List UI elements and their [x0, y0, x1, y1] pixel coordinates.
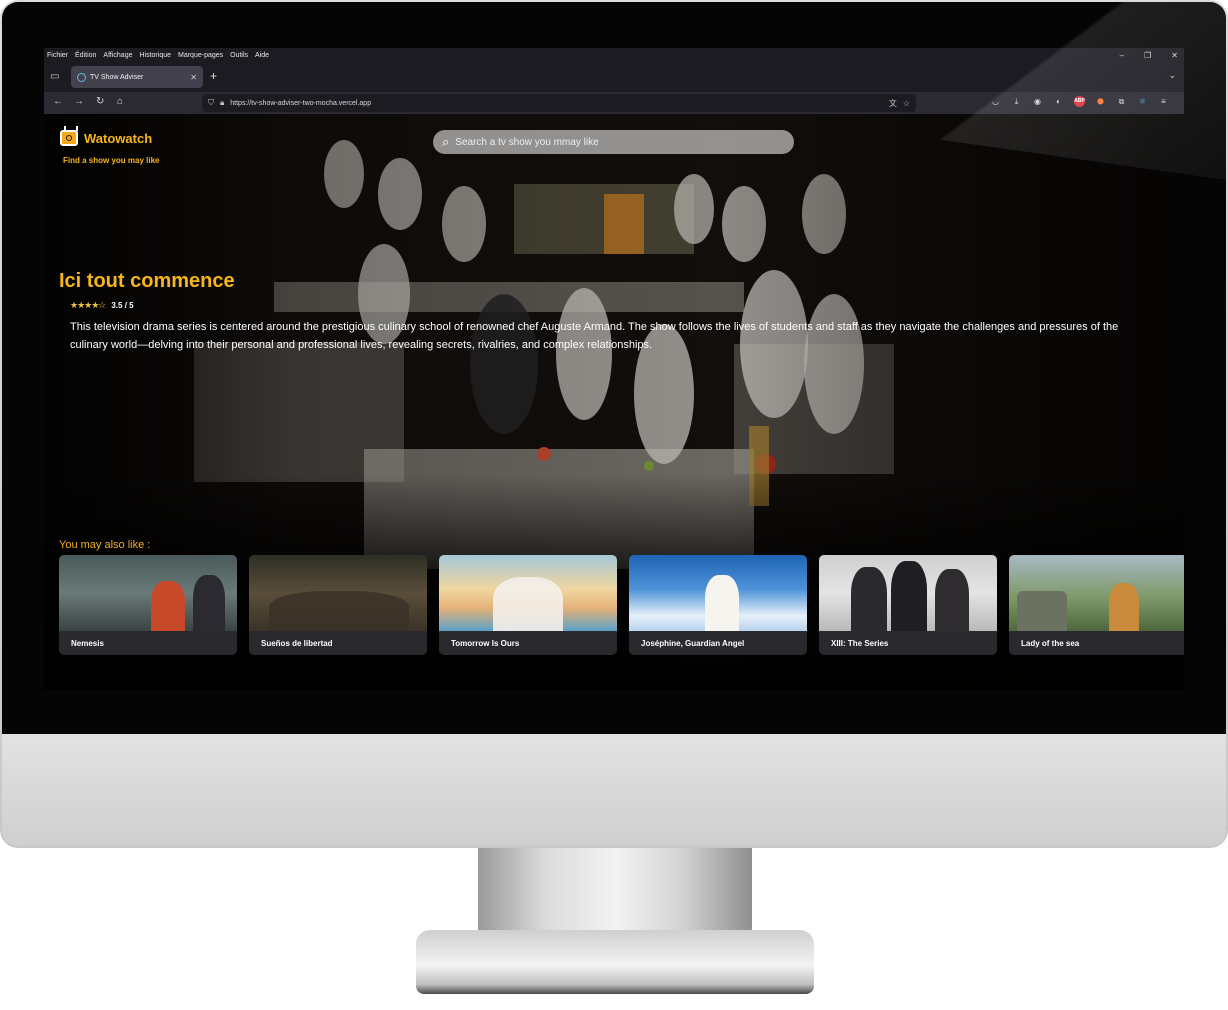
poster-suenos-de-libertad [249, 555, 427, 631]
forward-icon[interactable]: → [74, 96, 84, 107]
pocket-icon[interactable]: ◡ [990, 97, 1001, 106]
ublock-icon[interactable]: ⬢ [1095, 97, 1106, 106]
bookmark-star-icon[interactable]: ☆ [903, 99, 910, 108]
menu-tools[interactable]: Outils [230, 52, 248, 59]
card-title: Sueños de libertad [261, 639, 333, 648]
app-tagline: Find a show you may like [63, 156, 160, 165]
new-tab-button[interactable]: + [210, 69, 217, 83]
poster-nemesis [59, 555, 237, 631]
featured-overview: This television drama series is centered… [70, 321, 1119, 351]
app-name: Watowatch [84, 130, 153, 146]
star-rating-icon: ★★★★☆ [70, 300, 106, 310]
recommendation-card[interactable]: Tomorrow Is Ours [439, 555, 617, 655]
shield-icon[interactable]: ⛉ [208, 98, 214, 108]
featured-show-title: Ici tout commence [59, 270, 235, 292]
toolbar-icons: ◡ ⤓ ◉ ◐ ABP ⬢ ⧉ ⚛ ≡ [990, 96, 1169, 107]
hamburger-menu-icon[interactable]: ≡ [1158, 97, 1169, 106]
recommendation-card[interactable]: Nemesis [59, 555, 237, 655]
extension-sync-icon[interactable]: ◐ [1053, 97, 1064, 106]
tab-title: TV Show Adviser [90, 73, 144, 81]
recommendations-list: Nemesis Sueños de libertad Tomorrow Is O… [59, 555, 1184, 657]
menu-bookmarks[interactable]: Marque-pages [178, 52, 223, 59]
featured-rating: ★★★★☆ 3.5 / 5 [70, 300, 134, 311]
tv-logo-icon [60, 130, 78, 146]
account-icon[interactable]: ◉ [1032, 97, 1043, 106]
monitor-chin [2, 734, 1226, 846]
adblock-icon[interactable]: ABP [1074, 96, 1085, 107]
reload-icon[interactable]: ↻ [96, 96, 104, 107]
card-title: Joséphine, Guardian Angel [641, 639, 745, 648]
poster-josephine-guardian-angel [629, 555, 807, 631]
recommendation-card[interactable]: Joséphine, Guardian Angel [629, 555, 807, 655]
card-title: Nemesis [71, 639, 104, 648]
search-input[interactable] [455, 136, 756, 148]
menu-file[interactable]: Fichier [47, 52, 68, 59]
translate-icon[interactable]: 文 [889, 98, 897, 109]
menu-edit[interactable]: Édition [75, 52, 96, 59]
tab-bar: ▭ TV Show Adviser ✕ + ⌄ [44, 62, 1184, 92]
recommendation-card[interactable]: Lady of the sea [1009, 555, 1184, 655]
menu-bar: Fichier Édition Affichage Historique Mar… [44, 48, 1184, 62]
search-bar[interactable]: ⌕ [433, 130, 794, 154]
card-title: XIII: The Series [831, 639, 889, 648]
tab-list-icon[interactable]: ▭ [50, 71, 59, 82]
app-logo[interactable]: Watowatch [60, 130, 152, 146]
monitor-stand-base [416, 930, 814, 994]
url-text[interactable]: https://tv-show-adviser-two-mocha.vercel… [230, 100, 883, 107]
lock-icon[interactable]: 🔒︎ [220, 98, 224, 108]
restore-button[interactable]: ❐ [1144, 51, 1151, 60]
recommendation-card[interactable]: XIII: The Series [819, 555, 997, 655]
screen-bezel: Fichier Édition Affichage Historique Mar… [2, 2, 1226, 734]
menu-help[interactable]: Aide [255, 52, 269, 59]
poster-lady-of-the-sea [1009, 555, 1184, 631]
home-icon[interactable]: ⌂ [117, 96, 123, 107]
recommendation-card[interactable]: Sueños de libertad [249, 555, 427, 655]
react-devtools-icon[interactable]: ⚛ [1137, 97, 1148, 106]
react-favicon-icon [77, 72, 86, 82]
poster-tomorrow-is-ours [439, 555, 617, 631]
search-icon: ⌕ [442, 134, 450, 149]
browser-window: Fichier Édition Affichage Historique Mar… [44, 48, 1184, 690]
minimize-button[interactable]: – [1120, 51, 1124, 60]
card-title: Lady of the sea [1021, 639, 1080, 648]
monitor-stand-neck [478, 848, 752, 940]
navigation-bar: ← → ↻ ⌂ ⛉ 🔒︎ https://tv-show-adviser-two… [44, 92, 1184, 114]
card-title: Tomorrow Is Ours [451, 639, 520, 648]
monitor-frame: Fichier Édition Affichage Historique Mar… [0, 0, 1228, 848]
close-window-button[interactable]: ✕ [1171, 51, 1178, 60]
chevron-down-icon[interactable]: ⌄ [1168, 70, 1176, 81]
menu-view[interactable]: Affichage [103, 52, 132, 59]
rating-value: 3.5 / 5 [111, 301, 134, 310]
recommendations-heading: You may also like : [59, 539, 151, 551]
poster-xiii-the-series [819, 555, 997, 631]
web-page: Watowatch Find a show you may like ⌕ Ici… [44, 114, 1184, 690]
menu-history[interactable]: Historique [139, 52, 171, 59]
download-icon[interactable]: ⤓ [1011, 97, 1022, 107]
back-icon[interactable]: ← [53, 96, 63, 107]
address-bar[interactable]: ⛉ 🔒︎ https://tv-show-adviser-two-mocha.v… [202, 94, 916, 112]
tab-close-icon[interactable]: ✕ [190, 73, 197, 82]
tab-tv-show-adviser[interactable]: TV Show Adviser ✕ [71, 66, 203, 88]
extensions-icon[interactable]: ⧉ [1116, 97, 1127, 107]
